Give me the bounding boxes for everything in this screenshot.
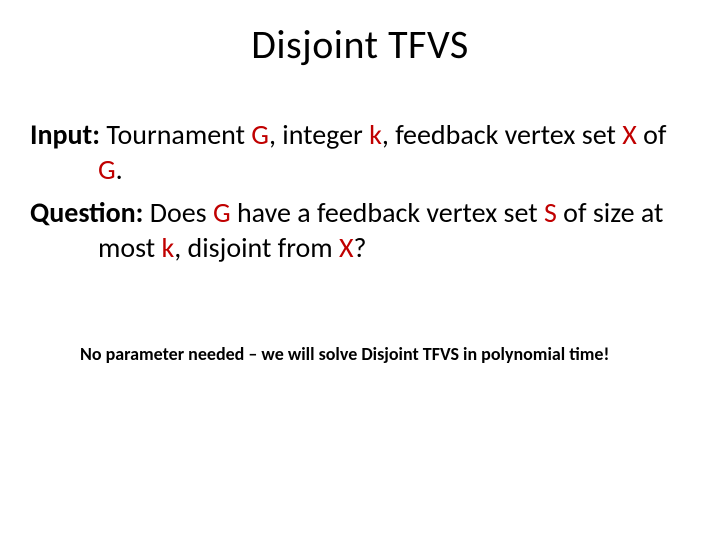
variable-x-q: X bbox=[339, 230, 354, 265]
question-t2: have a feedback vertex set bbox=[231, 195, 544, 230]
input-text: Input: Tournament G, integer k, feedback… bbox=[30, 117, 690, 187]
variable-k: k bbox=[369, 117, 382, 152]
variable-g-q: G bbox=[213, 195, 231, 230]
input-t3: , feedback vertex set bbox=[382, 117, 622, 152]
input-t2: , integer bbox=[269, 117, 369, 152]
question-t1: Does bbox=[150, 195, 213, 230]
variable-k-q: k bbox=[161, 230, 174, 265]
variable-g: G bbox=[251, 117, 269, 152]
variable-g2: G bbox=[98, 152, 116, 187]
question-t4: , disjoint from bbox=[174, 230, 339, 265]
input-label: Input: bbox=[30, 117, 106, 152]
slide-container: Disjoint TFVS Input: Tournament G, integ… bbox=[0, 0, 720, 540]
note-text: No parameter needed – we will solve Disj… bbox=[80, 343, 640, 365]
question-text: Question: Does G have a feedback vertex … bbox=[30, 195, 690, 265]
input-t5: . bbox=[116, 152, 123, 187]
slide-title: Disjoint TFVS bbox=[30, 20, 690, 69]
question-t5: ? bbox=[354, 230, 367, 265]
question-label: Question: bbox=[30, 195, 150, 230]
input-line: Input: Tournament G, integer k, feedback… bbox=[30, 117, 690, 187]
variable-x: X bbox=[622, 117, 637, 152]
note-container: No parameter needed – we will solve Disj… bbox=[30, 343, 690, 365]
input-t4: of bbox=[637, 117, 667, 152]
input-t1: Tournament bbox=[106, 117, 251, 152]
variable-s: S bbox=[544, 195, 557, 230]
question-line: Question: Does G have a feedback vertex … bbox=[30, 195, 690, 265]
